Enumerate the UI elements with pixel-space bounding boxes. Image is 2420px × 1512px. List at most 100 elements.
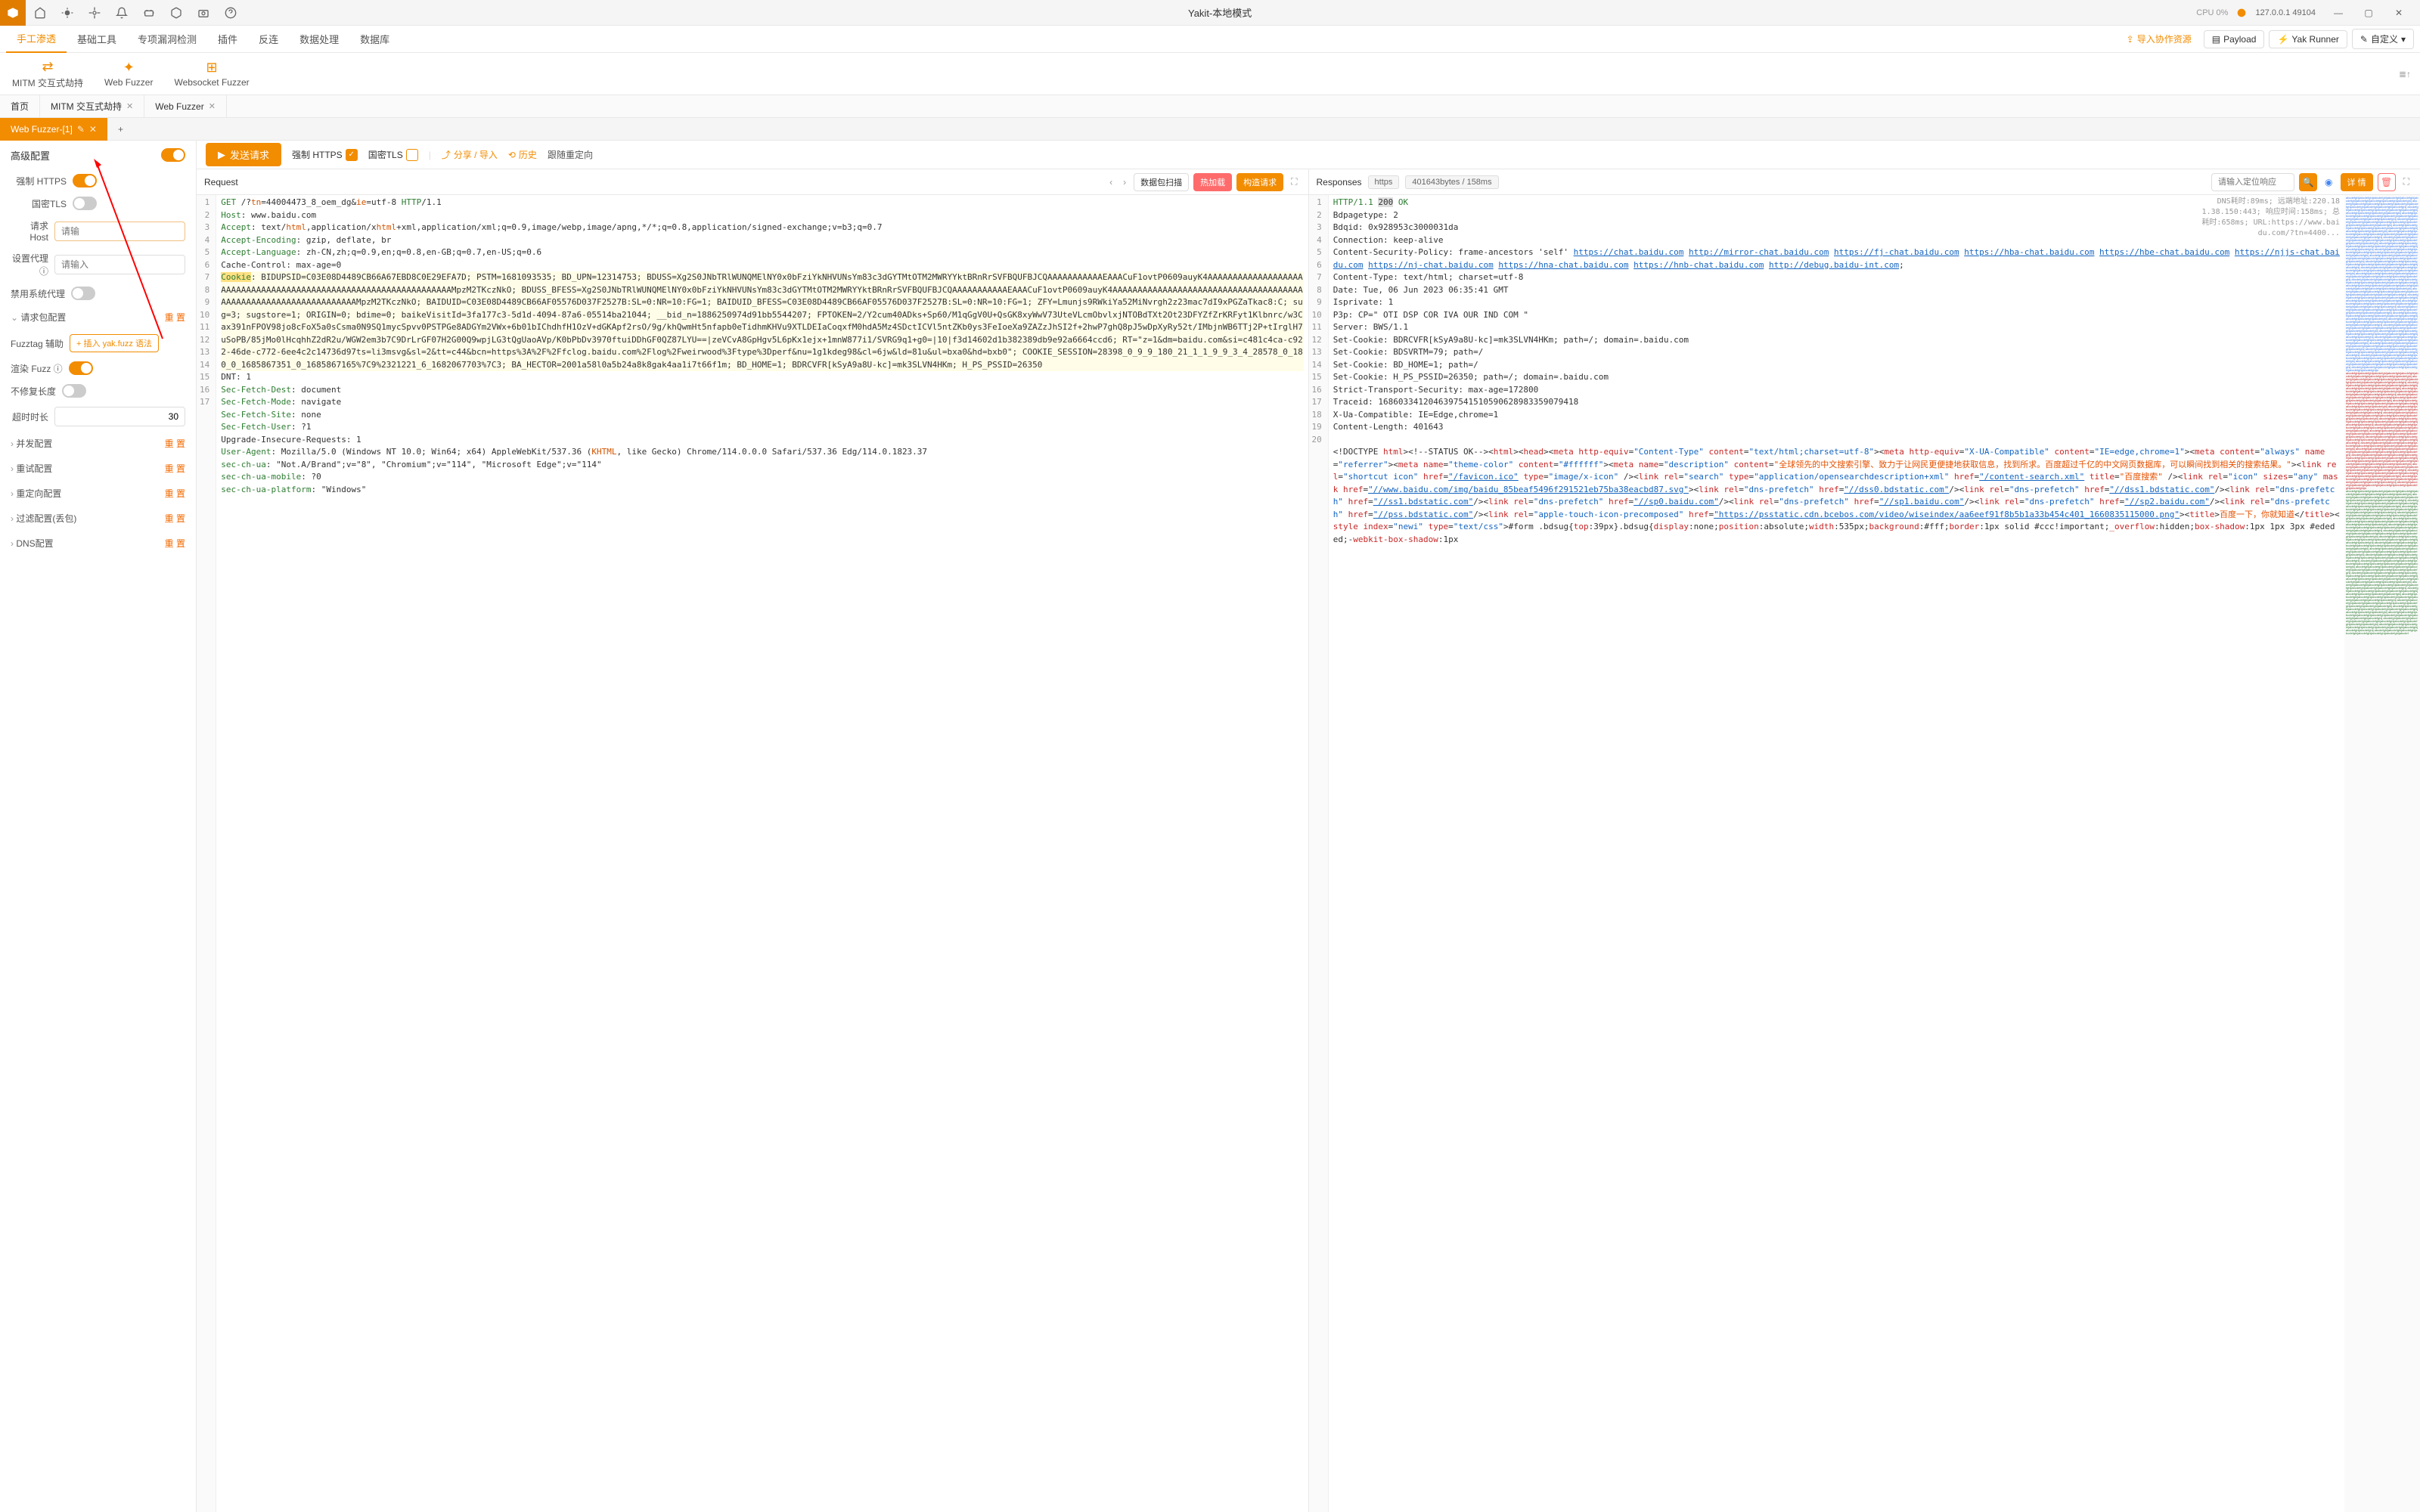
tool-webfuzzer[interactable]: ✦ Web Fuzzer bbox=[104, 60, 153, 88]
tabs-row: 首页 MITM 交互式劫持✕ Web Fuzzer✕ bbox=[0, 95, 2420, 118]
nofix-label: 不修复长度 bbox=[11, 385, 56, 398]
help-icon[interactable] bbox=[218, 0, 244, 26]
section-retry[interactable]: › 重试配置重 置 bbox=[0, 456, 196, 481]
response-title: Responses bbox=[1317, 177, 1362, 187]
adv-config-toggle[interactable] bbox=[161, 148, 185, 162]
menu-tab-manual[interactable]: 手工渗透 bbox=[6, 26, 67, 53]
detail-button[interactable]: 详 情 bbox=[2341, 173, 2373, 191]
bug-icon[interactable] bbox=[54, 0, 80, 26]
follow-redirect-label: 跟随重定向 bbox=[548, 148, 593, 161]
debug-icon[interactable] bbox=[136, 0, 162, 26]
timeout-label: 超时时长 bbox=[11, 411, 48, 423]
cube-icon[interactable] bbox=[163, 0, 189, 26]
render-fuzz-label: 渲染 Fuzz ⓘ bbox=[11, 362, 63, 375]
guomi-chk-label: 国密TLS bbox=[368, 148, 403, 161]
menu-tab-vuln[interactable]: 专项漏洞检测 bbox=[127, 26, 207, 53]
action-bar: ▶ 发送请求 强制 HTTPS ✓ 国密TLS | ⤴ 分享 / 导入 ⟲ 历史… bbox=[197, 141, 2420, 169]
section-redirect[interactable]: › 重定向配置重 置 bbox=[0, 481, 196, 506]
request-title: Request bbox=[204, 177, 238, 187]
disable-proxy-label: 禁用系统代理 bbox=[11, 287, 65, 300]
custom-button[interactable]: ✎ 自定义 ▾ bbox=[2352, 29, 2414, 49]
expand-icon[interactable]: ⛶ bbox=[2400, 176, 2412, 187]
scan-pkg-button[interactable]: 数据包扫描 bbox=[1134, 173, 1189, 191]
response-editor[interactable]: 1234567891011121314151617181920 HTTP/1.1… bbox=[1309, 195, 2345, 1512]
reset-reqpkg[interactable]: 重 置 bbox=[165, 311, 185, 324]
size-time-badge: 401643bytes / 158ms bbox=[1405, 175, 1498, 189]
camera-icon[interactable] bbox=[191, 0, 216, 26]
expand-icon[interactable]: ⛶ bbox=[1288, 176, 1300, 187]
search-button[interactable]: 🔍 bbox=[2299, 173, 2317, 191]
share-link[interactable]: ⤴ 分享 / 导入 bbox=[442, 148, 498, 161]
disable-proxy-toggle[interactable] bbox=[71, 287, 95, 300]
tab-webfuzzer[interactable]: Web Fuzzer✕ bbox=[144, 95, 227, 118]
section-filter[interactable]: › 过滤配置(丢包)重 置 bbox=[0, 506, 196, 531]
wsfuzzer-icon: ⊞ bbox=[206, 60, 218, 76]
close-icon[interactable]: ✕ bbox=[126, 101, 133, 111]
guomi-toggle[interactable] bbox=[73, 197, 97, 210]
menu-tab-reverse[interactable]: 反连 bbox=[248, 26, 289, 53]
next-icon[interactable]: › bbox=[1120, 177, 1129, 187]
mitm-icon: ⇄ bbox=[42, 59, 53, 75]
menu-tab-plugin[interactable]: 插件 bbox=[207, 26, 248, 53]
yak-runner-button[interactable]: ⚡ Yak Runner bbox=[2269, 30, 2347, 48]
history-link[interactable]: ⟲ 历史 bbox=[508, 148, 537, 161]
tab-home[interactable]: 首页 bbox=[0, 95, 40, 118]
menubar: 手工渗透 基础工具 专项漏洞检测 插件 反连 数据处理 数据库 ⇪ 导入协作资源… bbox=[0, 26, 2420, 53]
response-search-input[interactable] bbox=[2211, 173, 2294, 191]
adv-config-label: 高级配置 bbox=[11, 148, 50, 163]
menu-tab-basic[interactable]: 基础工具 bbox=[67, 26, 127, 53]
subtabs-row: Web Fuzzer-[1] ✎ ✕ + bbox=[0, 118, 2420, 141]
subtab-fuzzer1[interactable]: Web Fuzzer-[1] ✎ ✕ bbox=[0, 118, 107, 141]
force-https-checkbox[interactable]: ✓ bbox=[346, 149, 358, 161]
tab-mitm[interactable]: MITM 交互式劫持✕ bbox=[40, 95, 144, 118]
close-icon[interactable]: ✕ bbox=[89, 124, 97, 135]
fuzztag-btn[interactable]: + 插入 yak.fuzz 语法 bbox=[70, 334, 159, 352]
tool-mitm[interactable]: ⇄ MITM 交互式劫持 bbox=[12, 59, 83, 89]
add-subtab[interactable]: + bbox=[107, 118, 134, 141]
response-pane: Responses https 401643bytes / 158ms 🔍 ◉ … bbox=[1309, 169, 2420, 1512]
chrome-icon[interactable]: ◉ bbox=[2322, 177, 2335, 187]
nofix-toggle[interactable] bbox=[62, 384, 86, 398]
section-dns[interactable]: › DNS配置重 置 bbox=[0, 531, 196, 556]
webfuzzer-icon: ✦ bbox=[123, 60, 135, 76]
tool-wsfuzzer[interactable]: ⊞ Websocket Fuzzer bbox=[174, 60, 249, 88]
req-host-label: 请求 Host bbox=[11, 219, 48, 243]
fuzztag-label: Fuzztag 辅助 bbox=[11, 337, 64, 350]
section-concurrent[interactable]: › 并发配置重 置 bbox=[0, 431, 196, 456]
maximize-button[interactable]: ▢ bbox=[2353, 0, 2384, 26]
build-req-button[interactable]: 构造请求 bbox=[1236, 173, 1283, 191]
minimap[interactable]: abcdefghijabcdefghijabcdefghijabcdefghij… bbox=[2344, 195, 2420, 1512]
home-icon[interactable] bbox=[27, 0, 53, 26]
send-button[interactable]: ▶ 发送请求 bbox=[206, 143, 281, 166]
menu-tab-db[interactable]: 数据库 bbox=[349, 26, 400, 53]
guomi-checkbox[interactable] bbox=[406, 149, 418, 161]
app-logo-icon[interactable] bbox=[0, 0, 26, 26]
close-icon[interactable]: ✕ bbox=[209, 101, 216, 111]
req-host-input[interactable] bbox=[54, 222, 185, 241]
sidebar: 高级配置 强制 HTTPS 国密TLS 请求 Host 设置代理 ⓘ 禁用系统代… bbox=[0, 141, 197, 1512]
bell-icon[interactable] bbox=[109, 0, 135, 26]
payload-button[interactable]: ▤ Payload bbox=[2204, 30, 2265, 48]
import-link[interactable]: ⇪ 导入协作资源 bbox=[2119, 29, 2199, 48]
prev-icon[interactable]: ‹ bbox=[1106, 177, 1115, 187]
timeout-input[interactable] bbox=[54, 407, 185, 426]
minimize-button[interactable]: ― bbox=[2323, 0, 2353, 26]
proxy-input[interactable] bbox=[54, 255, 185, 274]
render-fuzz-toggle[interactable] bbox=[69, 361, 93, 375]
yak-icon bbox=[2235, 7, 2248, 19]
ip-port: 127.0.0.1 49104 bbox=[2255, 8, 2316, 17]
menu-tab-data[interactable]: 数据处理 bbox=[289, 26, 349, 53]
sort-icon[interactable]: ≣↑ bbox=[2399, 69, 2411, 79]
section-reqpkg[interactable]: ⌄ 请求包配置 重 置 bbox=[0, 305, 196, 330]
proxy-label: 设置代理 ⓘ bbox=[11, 252, 48, 277]
response-meta: DNS耗时:89ms; 远端地址:220.18 1.38.150:443; 响应… bbox=[2201, 197, 2340, 239]
close-button[interactable]: ✕ bbox=[2384, 0, 2414, 26]
force-https-label: 强制 HTTPS bbox=[11, 175, 67, 187]
edit-icon[interactable]: ✎ bbox=[77, 124, 85, 135]
force-https-toggle[interactable] bbox=[73, 174, 97, 187]
request-editor[interactable]: 1234567891011121314151617 GET /?tn=44004… bbox=[197, 195, 1308, 1512]
request-pane: Request ‹ › 数据包扫描 热加载 构造请求 ⛶ 12345678910… bbox=[197, 169, 1309, 1512]
gear-icon[interactable] bbox=[82, 0, 107, 26]
hot-load-button[interactable]: 热加载 bbox=[1193, 173, 1232, 191]
delete-button[interactable]: 🗑 bbox=[2378, 173, 2396, 191]
